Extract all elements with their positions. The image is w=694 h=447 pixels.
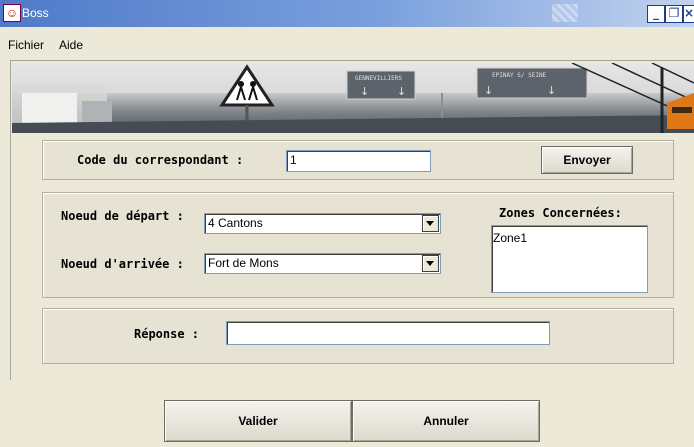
banner-image: GENNEVILLIERS ↓ ↓ EPINAY S/ SEINE ↓ ↓ [12, 63, 694, 133]
svg-text:↓: ↓ [360, 85, 369, 98]
app-icon: ☺ [3, 4, 21, 22]
menu-fichier[interactable]: Fichier [8, 38, 44, 52]
nodes-section: Noeud de départ : 4 Cantons Noeud d'arri… [42, 192, 674, 298]
zones-value: Zone1 [493, 231, 528, 245]
titlebar-decoration [552, 4, 578, 22]
svg-text:↓: ↓ [484, 84, 493, 97]
banner-graphic: GENNEVILLIERS ↓ ↓ EPINAY S/ SEINE ↓ ↓ [12, 63, 694, 133]
zones-textarea[interactable]: Zone1 [491, 225, 648, 293]
svg-text:↓: ↓ [397, 85, 406, 98]
svg-text:↓: ↓ [547, 84, 556, 97]
minimize-icon[interactable]: _ [647, 5, 665, 23]
validate-button[interactable]: Valider [164, 400, 352, 442]
depart-dropdown-icon[interactable] [422, 215, 439, 232]
close-icon[interactable]: × [683, 5, 694, 23]
arrivee-value: Fort de Mons [208, 256, 279, 270]
code-label: Code du correspondant : [77, 153, 244, 167]
arrivee-dropdown-icon[interactable] [422, 255, 439, 272]
banner-sign-gennevilliers: GENNEVILLIERS [355, 75, 402, 82]
depart-label: Noeud de départ : [61, 209, 184, 223]
restore-icon[interactable]: ❐ [665, 5, 683, 23]
arrivee-label: Noeud d'arrivée : [61, 257, 184, 271]
send-button[interactable]: Envoyer [541, 146, 633, 174]
menu-bar: Fichier Aide [0, 27, 694, 60]
reponse-label: Réponse : [134, 327, 200, 341]
cancel-button[interactable]: Annuler [352, 400, 540, 442]
response-section: Réponse : [42, 308, 674, 364]
window-title: Boss [22, 6, 49, 20]
depart-value: 4 Cantons [208, 216, 263, 230]
code-input[interactable]: 1 [286, 150, 431, 172]
menu-aide[interactable]: Aide [59, 38, 83, 52]
code-section: Code du correspondant : 1 Envoyer [42, 140, 674, 180]
depart-select[interactable]: 4 Cantons [204, 213, 441, 234]
code-input-value: 1 [290, 153, 297, 167]
arrivee-select[interactable]: Fort de Mons [204, 253, 441, 274]
zones-label: Zones Concernées: [499, 206, 622, 220]
banner-sign-epinay: EPINAY S/ SEINE [492, 72, 547, 79]
reponse-input[interactable] [226, 321, 550, 345]
title-bar: ☺ Boss _ ❐ × [0, 0, 694, 27]
